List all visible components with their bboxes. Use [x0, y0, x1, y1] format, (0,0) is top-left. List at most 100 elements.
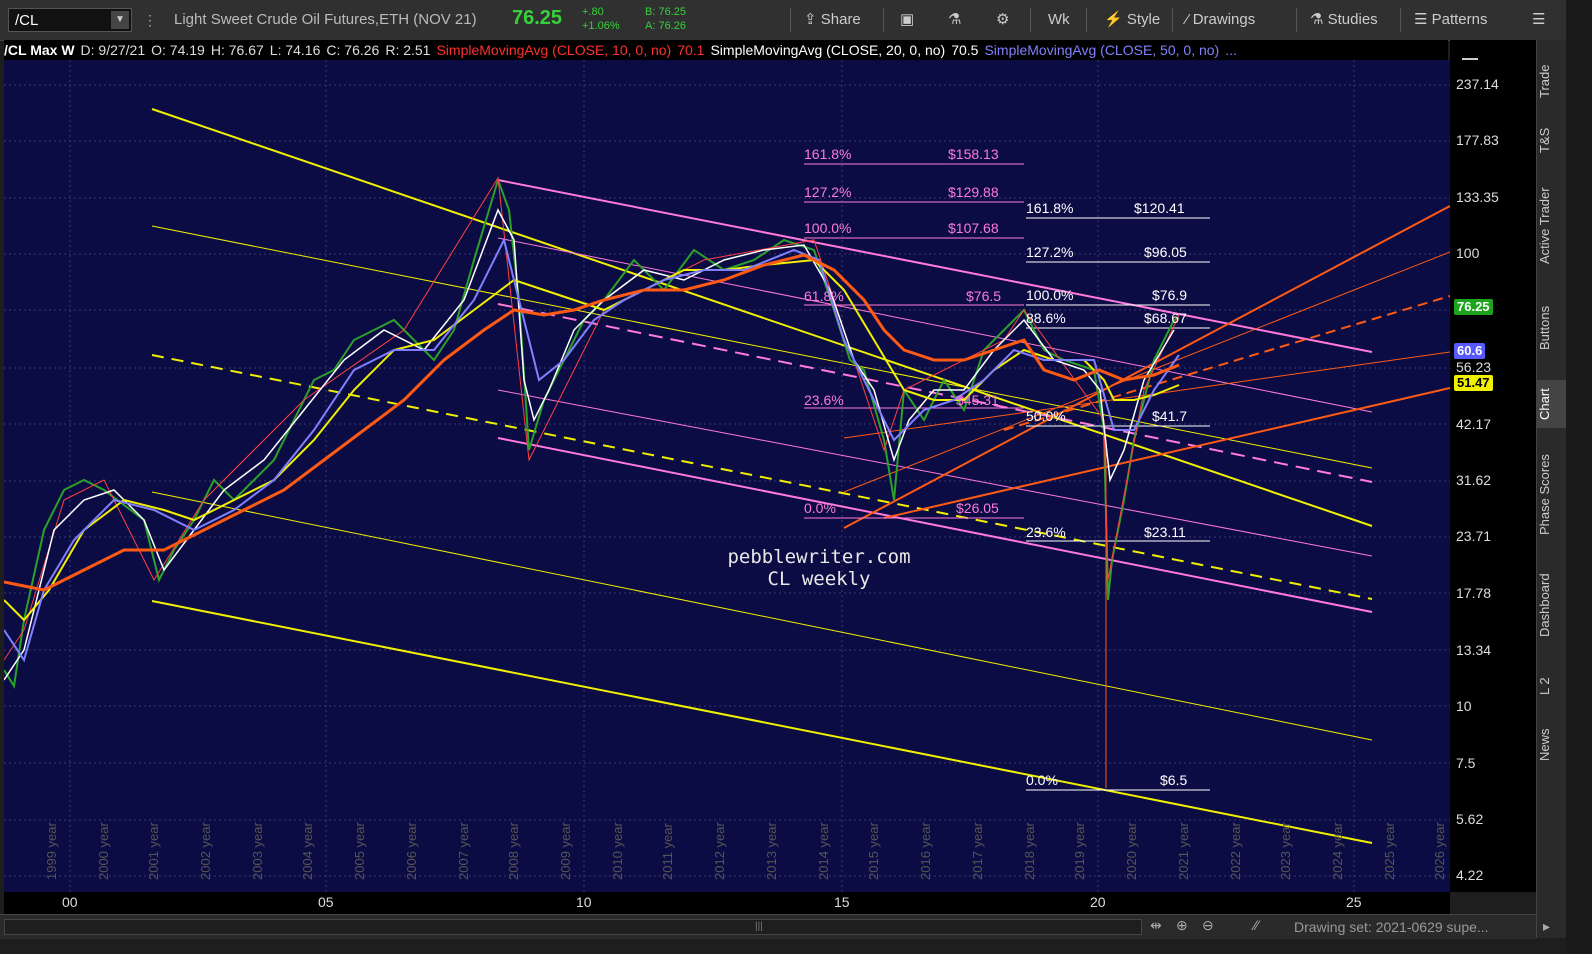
price-tag-plain: 56.23: [1456, 359, 1492, 375]
change-block: +.80 +1.06%: [582, 5, 620, 33]
fib-white-val: $120.41: [1134, 200, 1185, 216]
study-sma10[interactable]: SimpleMovingAvg (CLOSE, 10, 0, no): [436, 42, 671, 58]
share-button[interactable]: ⇪ Share: [804, 0, 861, 40]
side-tab-phase-scores[interactable]: Phase Scores: [1537, 440, 1567, 550]
fib-white-pct: 0.0%: [1026, 772, 1058, 788]
flask-button[interactable]: ⚗: [948, 0, 961, 40]
ohlc-low: L: 74.16: [269, 42, 321, 58]
symbol-text: /CL: [15, 12, 39, 29]
link-icon[interactable]: ⋮: [143, 12, 157, 29]
side-tab-active-trader[interactable]: Active Trader: [1537, 176, 1567, 276]
yellow-channel[interactable]: [151, 108, 1373, 844]
side-tab-l2[interactable]: L 2: [1537, 668, 1567, 704]
price-tick: 237.14: [1456, 76, 1499, 92]
fib-magenta-pct: 0.0%: [804, 500, 836, 516]
ohlc-close: C: 76.26: [326, 42, 380, 58]
side-tab-news[interactable]: News: [1537, 722, 1567, 768]
price-line: [4, 176, 1180, 689]
price-tick: 5.62: [1456, 811, 1484, 827]
watermark: pebblewriter.com CL weekly: [704, 546, 934, 590]
time-tick: 05: [318, 894, 334, 910]
screenshot-button[interactable]: ▣: [900, 0, 914, 40]
time-axis[interactable]: 00 05 10 15 20 25: [4, 892, 1450, 914]
fib-white-pct: 161.8%: [1026, 200, 1074, 216]
sma50-price-tag: 60.6: [1454, 343, 1486, 359]
net-change: +.80: [582, 6, 604, 18]
flask-icon: ⚗: [1310, 11, 1328, 28]
toolbar-divider: [1030, 8, 1031, 32]
side-tab-chart[interactable]: Chart: [1537, 380, 1567, 428]
fib-white-val: $76.9: [1152, 287, 1188, 303]
bottom-bar: ||| ⇹ ⊕ ⊖ ⁄⁄ Drawing set: 2021-0629 supe…: [0, 914, 1536, 939]
drawings-button[interactable]: ⁄ Drawings: [1186, 0, 1255, 40]
price-tick: 31.62: [1456, 472, 1492, 488]
pencil-icon: ⁄: [1186, 11, 1193, 28]
svg-text:2008 year: 2008 year: [506, 822, 521, 880]
chart-canvas[interactable]: 1999 year 2000 year 2001 year 2002 year …: [4, 60, 1450, 892]
side-tab-trade[interactable]: Trade: [1537, 56, 1567, 106]
fib-magenta-lines: [804, 163, 1024, 519]
fib-white-pct: 88.6%: [1026, 310, 1066, 326]
expand-icon[interactable]: ⇹: [1150, 917, 1162, 934]
study-sma50[interactable]: SimpleMovingAvg (CLOSE, 50, 0, no): [984, 42, 1219, 58]
time-tick: 00: [62, 894, 78, 910]
bid-ask-block: B: 76.25 A: 76.26: [645, 5, 686, 33]
svg-text:2015 year: 2015 year: [866, 822, 881, 880]
symbol-input[interactable]: /CL ▼: [8, 8, 132, 32]
time-tick: 20: [1090, 894, 1106, 910]
drawing-tool-icon[interactable]: ⁄⁄: [1254, 917, 1259, 933]
share-icon: ⇪: [804, 11, 821, 28]
fib-magenta-val: $76.5: [966, 288, 1002, 304]
fib-magenta-pct: 61.8%: [804, 288, 844, 304]
symbol-dropdown-icon[interactable]: ▼: [111, 11, 129, 29]
svg-text:2013 year: 2013 year: [764, 822, 779, 880]
symbol-description: Light Sweet Crude Oil Futures,ETH (NOV 2…: [174, 11, 477, 28]
menu-button[interactable]: ☰: [1532, 0, 1545, 40]
side-tab-dashboard[interactable]: Dashboard: [1537, 564, 1567, 646]
panel-collapse-icon[interactable]: ▸: [1543, 918, 1550, 935]
svg-text:2018 year: 2018 year: [1022, 822, 1037, 880]
horizontal-scrollbar[interactable]: |||: [4, 919, 1142, 935]
style-button[interactable]: ⚡ Style: [1104, 0, 1160, 40]
settings-button[interactable]: ⚙: [996, 0, 1009, 40]
crosshair-icon[interactable]: ⊕: [1176, 917, 1188, 934]
svg-text:2004 year: 2004 year: [300, 822, 315, 880]
chart-svg[interactable]: 1999 year 2000 year 2001 year 2002 year …: [4, 60, 1450, 892]
study-sma20[interactable]: SimpleMovingAvg (CLOSE, 20, 0, no): [710, 42, 945, 58]
toolbar-divider: [1172, 8, 1173, 32]
side-tab-ts[interactable]: T&S: [1537, 120, 1567, 160]
price-tick: 133.35: [1456, 189, 1499, 205]
top-toolbar: /CL ▼ ⋮ Light Sweet Crude Oil Futures,ET…: [0, 0, 1592, 41]
toolbar-divider: [1400, 8, 1401, 32]
zoom-icon[interactable]: ⊖: [1202, 917, 1214, 934]
svg-text:2026 year: 2026 year: [1432, 822, 1447, 880]
svg-text:2007 year: 2007 year: [456, 822, 471, 880]
fib-magenta-val: $129.88: [948, 184, 999, 200]
fib-white-lines: [1026, 217, 1210, 791]
pct-change: +1.06%: [582, 20, 620, 32]
side-tab-buttons[interactable]: Buttons: [1537, 296, 1567, 360]
patterns-icon: ☰: [1414, 11, 1432, 28]
svg-text:2022 year: 2022 year: [1228, 822, 1243, 880]
svg-text:2016 year: 2016 year: [918, 822, 933, 880]
fib-magenta-val: $26.05: [956, 500, 999, 516]
fib-magenta-pct: 23.6%: [804, 392, 844, 408]
svg-text:2023 year: 2023 year: [1278, 822, 1293, 880]
drawing-set-label[interactable]: Drawing set: 2021-0629 supe...: [1294, 919, 1489, 935]
fib-magenta-pct: 161.8%: [804, 146, 852, 162]
studies-button[interactable]: ⚗ Studies: [1310, 0, 1378, 40]
fib-white-pct: 50.0%: [1026, 408, 1066, 424]
svg-text:2001 year: 2001 year: [146, 822, 161, 880]
ohlc-range: R: 2.51: [385, 42, 431, 58]
svg-text:2009 year: 2009 year: [558, 822, 573, 880]
price-axis[interactable]: 237.14 177.83 133.35 100 76.25 60.6 56.2…: [1450, 40, 1536, 892]
patterns-button[interactable]: ☰ Patterns: [1414, 0, 1488, 40]
price-tick: 42.17: [1456, 416, 1492, 432]
grid-lines: [4, 60, 1450, 892]
symbol-period: /CL Max W: [4, 42, 75, 58]
period-button[interactable]: Wk: [1048, 0, 1070, 40]
axis-toggle-icon[interactable]: [1462, 44, 1478, 60]
fib-white-val: $96.05: [1144, 244, 1187, 260]
fib-magenta-val: $107.68: [948, 220, 999, 236]
time-tick: 10: [576, 894, 592, 910]
